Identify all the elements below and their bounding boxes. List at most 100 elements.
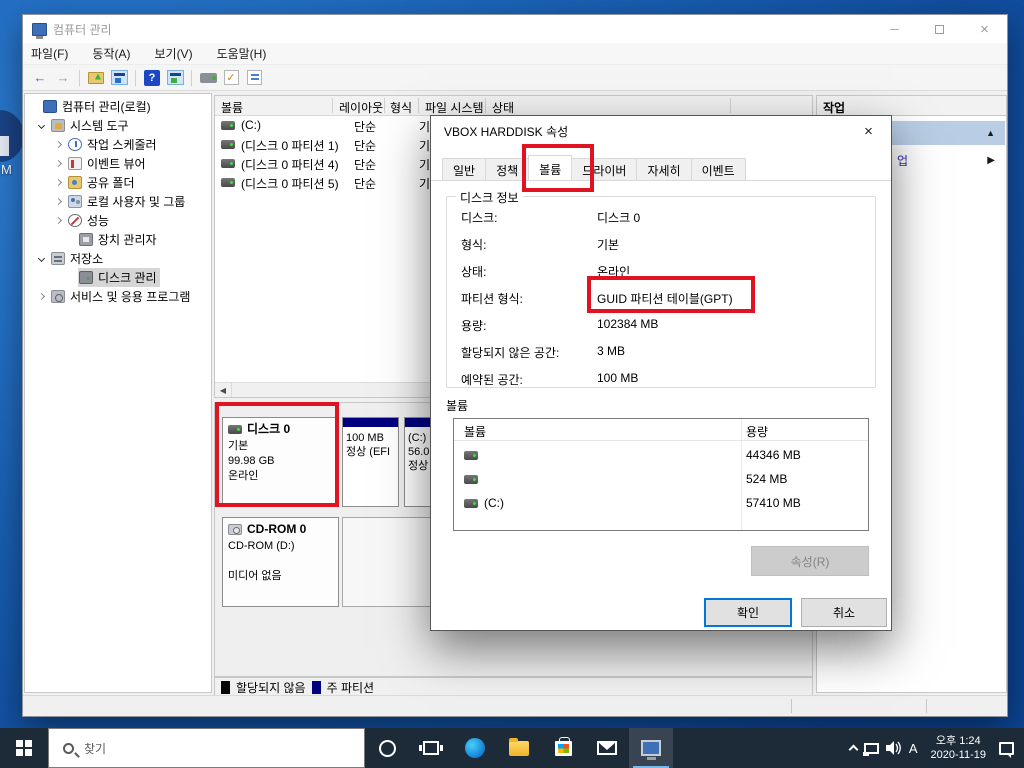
volumes-section-label: 볼륨: [446, 397, 468, 414]
col-volume[interactable]: 볼륨: [464, 423, 486, 440]
action-check-icon[interactable]: ✓: [222, 69, 240, 87]
start-button[interactable]: [0, 728, 48, 768]
clock-date: 2020-11-19: [931, 748, 986, 762]
tree-item-storage[interactable]: 저장소: [25, 249, 211, 268]
chevron-expanded-icon[interactable]: [38, 122, 45, 129]
computer-management-taskbar-button[interactable]: [629, 728, 673, 768]
performance-icon: [68, 214, 82, 227]
properties-button-disabled: 속성(R): [751, 546, 869, 576]
chevron-collapsed-icon[interactable]: [55, 160, 62, 167]
ime-indicator[interactable]: A: [909, 741, 918, 756]
volume-icon: [221, 121, 235, 130]
dialog-volume-row[interactable]: 524 MB: [454, 469, 868, 491]
tree-item-computer-management-root[interactable]: 컴퓨터 관리(로컬): [25, 97, 211, 116]
volume-icon: [221, 178, 235, 187]
col-capacity[interactable]: 용량: [746, 423, 768, 440]
network-icon[interactable]: [864, 743, 879, 754]
taskbar: 찾기 A 오후 1:24 2020-11-19: [0, 728, 1024, 768]
info-value-unallocated: 3 MB: [597, 344, 625, 358]
computer-management-icon: [641, 740, 661, 756]
tree-item-disk-management[interactable]: 디스크 관리: [25, 268, 211, 287]
desktop-icon-label-fragment: M: [1, 162, 12, 177]
file-explorer-button[interactable]: [497, 728, 541, 768]
maximize-button[interactable]: [917, 15, 962, 43]
dialog-close-button[interactable]: ×: [846, 116, 891, 146]
edge-button[interactable]: [453, 728, 497, 768]
dialog-title-bar[interactable]: VBOX HARDDISK 속성: [431, 116, 891, 146]
store-icon: [555, 741, 572, 756]
dialog-volume-row[interactable]: 44346 MB: [454, 445, 868, 467]
clock-time: 오후 1:24: [931, 734, 986, 748]
menu-action[interactable]: 동작(A): [92, 45, 130, 62]
volume-icon[interactable]: [886, 741, 902, 755]
mail-button[interactable]: [585, 728, 629, 768]
action-center-icon[interactable]: [999, 742, 1014, 755]
chevron-collapsed-icon[interactable]: [55, 217, 62, 224]
title-bar[interactable]: 컴퓨터 관리 ─ ×: [23, 15, 1007, 43]
tab-details[interactable]: 자세히: [636, 158, 691, 180]
expand-right-icon[interactable]: ▶: [987, 155, 995, 166]
hidden-icons-chevron-icon[interactable]: [848, 745, 858, 755]
col-status[interactable]: 상태: [492, 99, 514, 116]
dialog-volume-row[interactable]: (C:) 57410 MB: [454, 493, 868, 515]
export-list-icon[interactable]: [87, 69, 105, 87]
window-title: 컴퓨터 관리: [53, 21, 112, 38]
menu-view[interactable]: 보기(V): [154, 45, 192, 62]
store-button[interactable]: [541, 728, 585, 768]
cancel-button[interactable]: 취소: [801, 598, 887, 627]
system-tray: A 오후 1:24 2020-11-19: [850, 734, 1024, 762]
chevron-expanded-icon[interactable]: [38, 255, 45, 262]
help-icon[interactable]: ?: [143, 69, 161, 87]
desktop: M 컴퓨터 관리 ─ × 파일(F) 동작(A) 보기(V) 도움말(H) ← …: [0, 0, 1024, 768]
collapse-icon[interactable]: ▲: [986, 128, 995, 138]
chevron-collapsed-icon[interactable]: [38, 293, 45, 300]
close-button[interactable]: ×: [962, 15, 1007, 43]
info-label: 예약된 공간:: [461, 371, 523, 388]
chevron-collapsed-icon[interactable]: [55, 141, 62, 148]
tree-item-shared-folders[interactable]: 공유 폴더: [25, 173, 211, 192]
info-label: 파티션 형식:: [461, 290, 523, 307]
toolbar-separator: [79, 70, 80, 86]
disk-management-icon: [79, 271, 93, 284]
tab-events[interactable]: 이벤트: [691, 158, 746, 180]
vbox-harddisk-properties-dialog: VBOX HARDDISK 속성 × 일반 정책 볼륨 드라이버 자세히 이벤트…: [430, 115, 892, 631]
menu-help[interactable]: 도움말(H): [217, 45, 267, 62]
chevron-collapsed-icon[interactable]: [55, 198, 62, 205]
chevron-collapsed-icon[interactable]: [55, 179, 62, 186]
task-view-button[interactable]: [409, 728, 453, 768]
menu-file[interactable]: 파일(F): [31, 45, 68, 62]
cdrom-header[interactable]: CD-ROM 0 CD-ROM (D:) 미디어 없음: [222, 517, 339, 607]
col-filesystem[interactable]: 파일 시스템: [425, 99, 484, 116]
search-input[interactable]: 찾기: [48, 728, 365, 768]
computer-icon: [43, 100, 57, 113]
device-tool-icon[interactable]: [199, 69, 217, 87]
cortana-button[interactable]: [365, 728, 409, 768]
tree-item-local-users-groups[interactable]: 로컬 사용자 및 그룹: [25, 192, 211, 211]
toolbar-separator: [135, 70, 136, 86]
col-volume[interactable]: 볼륨: [221, 99, 243, 116]
forward-icon[interactable]: →: [54, 69, 72, 87]
tab-general[interactable]: 일반: [442, 158, 486, 180]
tree-item-services-apps[interactable]: 서비스 및 응용 프로그램: [25, 287, 211, 306]
groupbox-legend: 디스크 정보: [456, 189, 523, 206]
clock[interactable]: 오후 1:24 2020-11-19: [925, 734, 992, 762]
minimize-button[interactable]: ─: [872, 15, 917, 43]
annotation-box-gpt-value: [587, 276, 755, 313]
tree-item-performance[interactable]: 성능: [25, 211, 211, 230]
partition-efi[interactable]: 100 MB 정상 (EFI: [342, 417, 399, 507]
back-icon[interactable]: ←: [31, 69, 49, 87]
tree-item-event-viewer[interactable]: 이벤트 뷰어: [25, 154, 211, 173]
tree-item-device-manager[interactable]: 장치 관리자: [25, 230, 211, 249]
ok-button[interactable]: 확인: [704, 598, 792, 627]
task-list-icon[interactable]: [245, 69, 263, 87]
dialog-volume-list-header: 볼륨 용량: [454, 419, 868, 441]
show-action-pane-icon[interactable]: [166, 69, 184, 87]
tree-item-system-tools[interactable]: 시스템 도구: [25, 116, 211, 135]
col-layout[interactable]: 레이아웃: [339, 99, 383, 116]
col-type[interactable]: 형식: [390, 99, 412, 116]
tree-item-task-scheduler[interactable]: 작업 스케줄러: [25, 135, 211, 154]
scroll-left-icon[interactable]: ◀: [215, 383, 232, 397]
partition-color-bar: [343, 418, 398, 428]
show-console-tree-icon[interactable]: [110, 69, 128, 87]
event-viewer-icon: [68, 157, 82, 170]
